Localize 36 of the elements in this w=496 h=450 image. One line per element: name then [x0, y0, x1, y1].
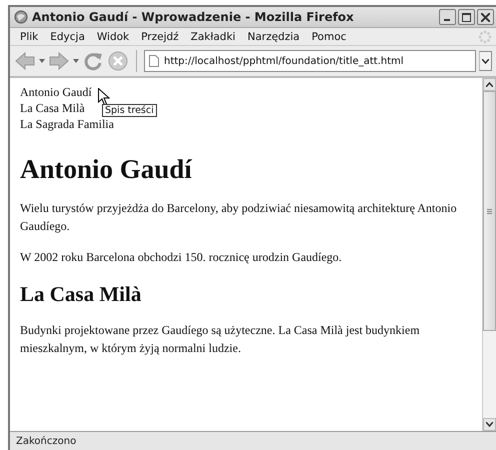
- address-field[interactable]: http://localhost/pphtml/foundation/title_att.html: [144, 50, 476, 72]
- menu-item[interactable]: Narzędzia: [241, 30, 306, 42]
- paragraph: Wielu turystów przyjeżdża do Barcelony, aby podziwiać niesamowitą architekturę Antonio Gaudíego.: [20, 200, 458, 235]
- menu-item[interactable]: Przejdź: [135, 30, 185, 42]
- maximize-button[interactable]: [458, 9, 475, 25]
- scroll-down-button[interactable]: [483, 418, 496, 431]
- tooltip: Spis treści: [102, 104, 157, 117]
- history-dropdown[interactable]: [479, 51, 492, 71]
- maximize-icon: [462, 12, 471, 22]
- cursor-icon: [98, 88, 110, 106]
- menu-item[interactable]: Widok: [90, 30, 136, 42]
- minimize-button[interactable]: [439, 9, 456, 25]
- dropdown-icon[interactable]: [73, 59, 79, 63]
- page-heading: Antonio Gaudí: [20, 154, 193, 185]
- chevron-up-icon: [486, 82, 493, 87]
- globe-icon: [14, 10, 28, 24]
- menu-item[interactable]: Edycja: [44, 30, 91, 42]
- close-icon: [481, 12, 490, 22]
- page-icon: [149, 55, 159, 67]
- scroll-up-button[interactable]: [483, 78, 496, 91]
- chevron-down-icon: [486, 422, 493, 427]
- link[interactable]: La Casa Milà: [20, 100, 85, 116]
- link[interactable]: Antonio Gaudí: [20, 84, 92, 100]
- paragraph: W 2002 roku Barcelona obchodzi 150. rocznicę urodzin Gaudíego.: [20, 249, 343, 266]
- menu-item[interactable]: Plik: [14, 30, 44, 42]
- section-heading: La Casa Milà: [20, 282, 142, 307]
- chevron-down-icon: [482, 58, 489, 64]
- window-title: Antonio Gaudí - Wprowadzenie - Mozilla Firefox: [32, 10, 355, 24]
- menu-item[interactable]: Zakładki: [184, 30, 242, 42]
- close-button[interactable]: [477, 9, 494, 25]
- dropdown-icon[interactable]: [39, 59, 45, 63]
- scrollbar-thumb[interactable]: [483, 91, 496, 331]
- status-text: Zakończono: [16, 436, 76, 446]
- paragraph: Budynki projektowane przez Gaudíego są użyteczne. La Casa Milà jest budynkiem mieszkalnym, w którym żyją normalni ludzie.: [20, 322, 421, 357]
- menu-item[interactable]: Pomoc: [306, 30, 352, 42]
- link[interactable]: La Sagrada Familia: [20, 116, 114, 132]
